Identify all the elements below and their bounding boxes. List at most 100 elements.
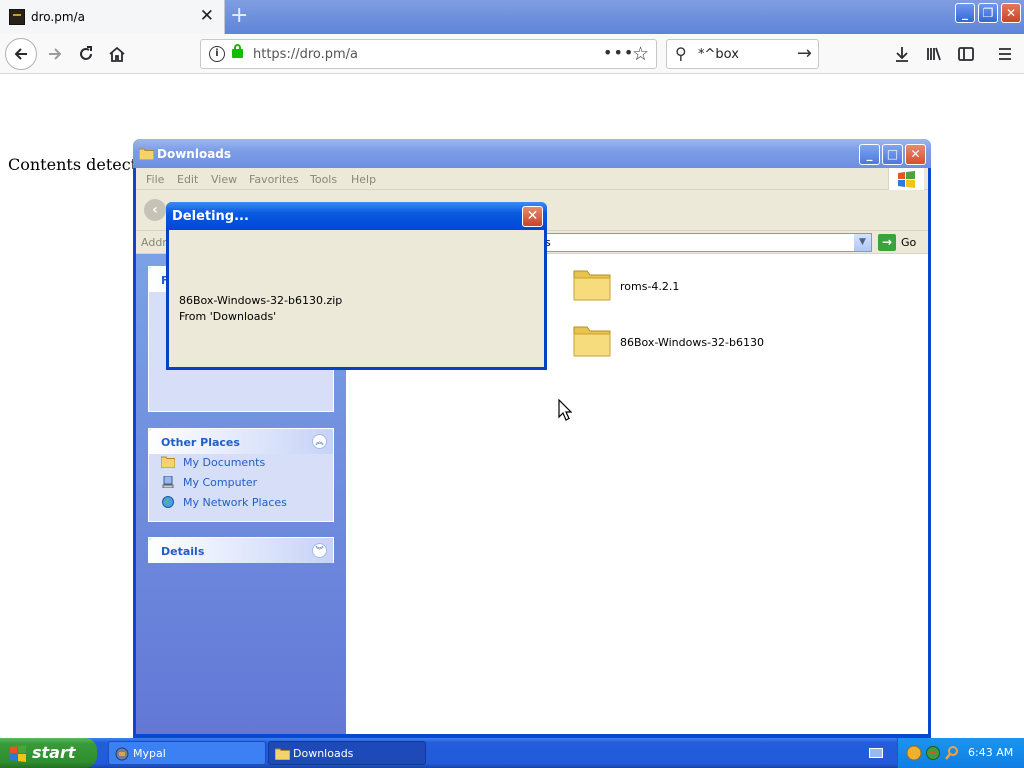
home-button[interactable] xyxy=(104,42,130,66)
collapse-chevron-icon[interactable]: ︽ xyxy=(312,434,327,449)
details-panel: Details ︾ xyxy=(148,537,334,563)
mypal-app-icon xyxy=(115,747,129,761)
library-button[interactable] xyxy=(921,42,947,66)
browser-close-button[interactable]: ✕ xyxy=(1001,3,1021,23)
deleting-from-text: From 'Downloads' xyxy=(179,310,277,323)
mouse-cursor-icon xyxy=(558,399,572,421)
other-places-panel: Other Places ︽ My Documents My Computer … xyxy=(148,428,334,522)
search-input[interactable]: *^box xyxy=(698,47,739,62)
go-arrow-icon[interactable]: → xyxy=(878,234,896,251)
page-actions-icon[interactable]: ••• xyxy=(603,43,634,62)
folder-icon xyxy=(573,326,611,357)
folder-item[interactable]: roms-4.2.1 xyxy=(572,266,679,305)
go-button[interactable]: Go xyxy=(901,236,916,249)
dialog-close-button[interactable]: ✕ xyxy=(522,206,543,227)
menu-view[interactable]: View xyxy=(211,173,237,186)
back-button[interactable] xyxy=(5,38,37,70)
taskbar-item-label: Mypal xyxy=(133,747,166,760)
explorer-title-bar[interactable]: Downloads _ □ ✕ xyxy=(133,139,931,168)
site-favicon-icon xyxy=(9,9,25,25)
taskbar-item-label: Downloads xyxy=(293,747,354,760)
browser-tab-bar: dro.pm/a ✕ + _ ❐ ✕ xyxy=(0,0,1024,34)
reload-button[interactable] xyxy=(73,42,99,66)
explorer-title: Downloads xyxy=(157,147,232,161)
address-field[interactable]: s ▼ xyxy=(541,233,872,252)
start-label: start xyxy=(32,743,76,762)
browser-minimize-button[interactable]: _ xyxy=(955,3,975,23)
explorer-back-button[interactable]: ‹ xyxy=(144,199,166,221)
details-header[interactable]: Details ︾ xyxy=(149,538,333,563)
tab-close-icon[interactable]: ✕ xyxy=(200,7,214,25)
menu-favorites[interactable]: Favorites xyxy=(249,173,299,186)
system-tray: 6:43 AM xyxy=(897,738,1024,768)
folder-name: roms-4.2.1 xyxy=(620,280,680,293)
keyboard-layout-icon[interactable] xyxy=(869,748,883,758)
sidebar-icon xyxy=(958,47,974,61)
tray-network-icon[interactable] xyxy=(925,745,941,761)
other-places-title: Other Places xyxy=(161,436,240,449)
link-label: My Documents xyxy=(183,456,266,469)
url-bar[interactable]: i https://dro.pm/a ••• ☆ xyxy=(200,39,657,69)
dialog-title-bar[interactable]: Deleting... ✕ xyxy=(166,202,547,230)
address-dropdown-icon[interactable]: ▼ xyxy=(854,234,871,251)
search-go-icon[interactable]: → xyxy=(797,43,812,64)
other-places-header[interactable]: Other Places ︽ xyxy=(149,429,333,454)
menu-file[interactable]: File xyxy=(146,173,164,186)
details-title: Details xyxy=(161,545,205,558)
downloads-button[interactable] xyxy=(889,42,915,66)
explorer-minimize-button[interactable]: _ xyxy=(859,144,880,165)
windows-logo-icon xyxy=(10,745,26,762)
search-bar[interactable]: ⚲ *^box → xyxy=(666,39,819,69)
tab-title: dro.pm/a xyxy=(31,10,85,24)
menu-help[interactable]: Help xyxy=(351,173,376,186)
sidebar-button[interactable] xyxy=(953,42,979,66)
search-icon: ⚲ xyxy=(675,44,687,63)
network-globe-icon xyxy=(162,496,174,508)
secure-lock-icon[interactable] xyxy=(232,44,243,58)
explorer-maximize-button[interactable]: □ xyxy=(882,144,903,165)
home-icon xyxy=(109,46,125,62)
menu-edit[interactable]: Edit xyxy=(177,173,198,186)
deleting-file-name: 86Box-Windows-32-b6130.zip xyxy=(179,294,343,307)
link-my-computer[interactable]: My Computer xyxy=(161,476,257,489)
browser-restore-button[interactable]: ❐ xyxy=(978,3,998,23)
explorer-menu-bar: File Edit View Favorites Tools Help xyxy=(136,168,928,190)
taskbar-item-downloads[interactable]: Downloads xyxy=(268,741,426,765)
clock[interactable]: 6:43 AM xyxy=(968,746,1013,759)
folder-icon xyxy=(275,748,290,760)
expand-chevron-icon[interactable]: ︾ xyxy=(312,543,327,558)
folder-item[interactable]: 86Box-Windows-32-b6130 xyxy=(572,322,764,361)
folder-icon xyxy=(161,456,175,468)
tray-smiley-icon[interactable] xyxy=(906,745,922,761)
browser-nav-bar: i https://dro.pm/a ••• ☆ ⚲ *^box → xyxy=(0,34,1024,74)
explorer-close-button[interactable]: ✕ xyxy=(905,144,926,165)
link-my-network-places[interactable]: My Network Places xyxy=(161,496,287,509)
computer-icon xyxy=(162,476,174,488)
url-text[interactable]: https://dro.pm/a xyxy=(253,47,358,62)
link-label: My Network Places xyxy=(183,496,287,509)
dialog-body: 86Box-Windows-32-b6130.zip From 'Downloa… xyxy=(169,230,544,367)
taskbar-item-mypal[interactable]: Mypal xyxy=(108,741,266,765)
link-label: My Computer xyxy=(183,476,258,489)
menu-tools[interactable]: Tools xyxy=(310,173,337,186)
tray-search-icon[interactable] xyxy=(944,745,960,761)
download-icon xyxy=(896,47,908,62)
menu-button[interactable] xyxy=(992,42,1018,66)
bookmark-star-icon[interactable]: ☆ xyxy=(632,43,649,65)
windows-logo-icon xyxy=(888,168,924,190)
deleting-dialog: Deleting... ✕ 86Box-Windows-32-b6130.zip… xyxy=(166,202,547,370)
folder-name: 86Box-Windows-32-b6130 xyxy=(620,336,764,349)
site-info-icon[interactable]: i xyxy=(209,46,225,62)
back-arrow-icon xyxy=(14,48,27,60)
start-button[interactable]: start xyxy=(0,738,97,768)
reload-icon xyxy=(80,46,92,60)
folder-icon xyxy=(573,270,611,301)
hamburger-menu-icon xyxy=(999,48,1011,60)
new-tab-button[interactable]: + xyxy=(230,4,248,28)
forward-arrow-icon xyxy=(49,48,62,60)
folder-icon xyxy=(139,148,154,160)
browser-tab[interactable]: dro.pm/a ✕ xyxy=(0,0,225,34)
forward-button[interactable] xyxy=(42,42,68,66)
link-my-documents[interactable]: My Documents xyxy=(161,456,265,469)
dialog-title: Deleting... xyxy=(172,209,249,224)
